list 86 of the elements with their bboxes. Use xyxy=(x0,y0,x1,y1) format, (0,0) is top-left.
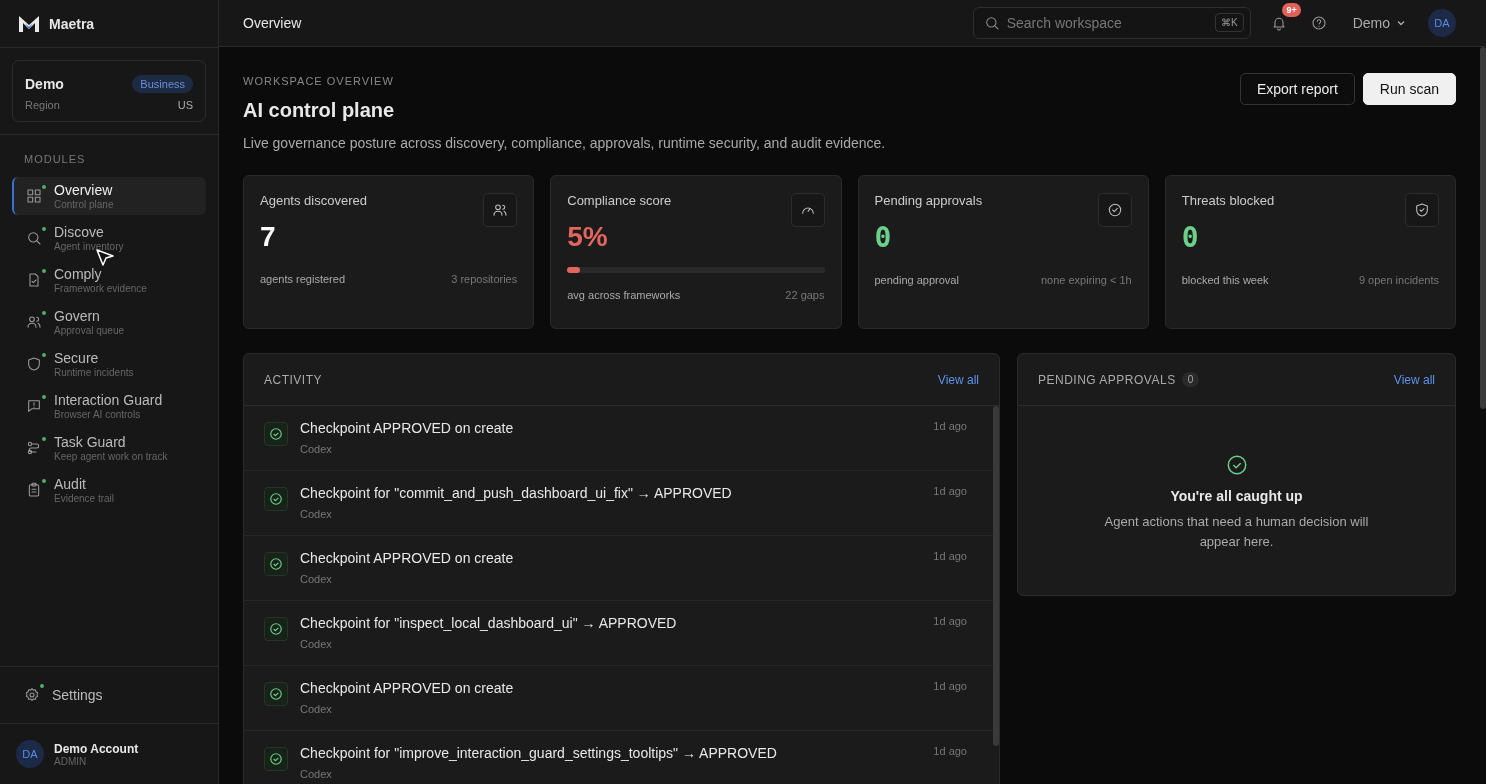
users-icon xyxy=(483,193,518,227)
activity-row[interactable]: Checkpoint for "improve_interaction_guard_settings_tooltips" → APPROVED Codex 1d ago xyxy=(244,731,993,784)
logo-icon xyxy=(18,14,40,33)
activity-text: Checkpoint for "commit_and_push_dashboard_ui_fix" → APPROVED xyxy=(300,485,733,501)
nav-item[interactable]: Task Guard Keep agent work on track xyxy=(12,429,206,467)
activity-row[interactable]: Checkpoint APPROVED on create Codex 1d ago xyxy=(244,406,993,471)
activity-text: Checkpoint APPROVED on create xyxy=(300,420,515,436)
stat-caption: agents registered xyxy=(260,273,345,285)
shortcut-hint: ⌘K xyxy=(1214,13,1244,32)
workspace-menu[interactable]: Demo xyxy=(1346,15,1412,31)
stat-value: 7 xyxy=(260,221,277,253)
activity-text: Checkpoint APPROVED on create xyxy=(300,680,515,696)
settings-item[interactable]: Settings xyxy=(0,666,218,723)
stat-detail: 22 gaps xyxy=(785,289,825,301)
activity-text: Checkpoint APPROVED on create xyxy=(300,550,515,566)
notification-badge: 9+ xyxy=(1282,3,1301,17)
nav-item[interactable]: Interaction Guard Browser AI controls xyxy=(12,387,206,425)
count-badge: 0 xyxy=(1181,372,1200,387)
nav-item[interactable]: Comply Framework evidence xyxy=(12,261,206,299)
activity-row[interactable]: Checkpoint for "commit_and_push_dashboard_ui_fix" → APPROVED Codex 1d ago xyxy=(244,471,993,536)
description: Live governance posture across discovery, compliance, approvals, runtime security, and audit evidence. xyxy=(243,135,886,151)
nav-item[interactable]: Overview Control plane xyxy=(12,177,206,215)
panel-title: PENDING APPROVALS xyxy=(1038,372,1176,387)
nav-item[interactable]: Audit Evidence trail xyxy=(12,471,206,509)
check-circle-icon xyxy=(1225,454,1248,476)
stat-caption: blocked this week xyxy=(1181,274,1269,286)
stat-value: 0 xyxy=(874,221,893,254)
stat-value: 5% xyxy=(567,221,609,253)
activity-row[interactable]: Checkpoint for "inspect_local_dashboard_ui" → APPROVED Codex 1d ago xyxy=(244,601,993,666)
activity-row[interactable]: Checkpoint APPROVED on create Codex 1d ago xyxy=(244,536,993,601)
account-name: Demo Account xyxy=(54,741,139,756)
eyebrow-label: WORKSPACE OVERVIEW xyxy=(243,75,395,87)
activity-source: Codex xyxy=(300,573,333,585)
nav-item[interactable]: Secure Runtime incidents xyxy=(12,345,206,383)
activity-time: 1d ago xyxy=(933,745,967,759)
search-icon xyxy=(983,15,1000,31)
stat-title: Threats blocked xyxy=(1181,193,1275,208)
activity-time: 1d ago xyxy=(933,485,967,499)
view-all-link[interactable]: View all xyxy=(937,372,979,387)
shield-check-icon xyxy=(1405,193,1439,227)
scrollbar[interactable] xyxy=(1480,47,1486,409)
page-title: Overview xyxy=(243,15,303,31)
nav-item[interactable]: Govern Approval queue xyxy=(12,303,206,341)
stat-detail: none expiring < 1h xyxy=(1040,274,1132,286)
stat-title: Agents discovered xyxy=(260,193,367,208)
activity-time: 1d ago xyxy=(933,550,967,564)
stat-title: Pending approvals xyxy=(874,193,983,208)
empty-title: You're all caught up xyxy=(1170,488,1303,504)
region-label: Region xyxy=(25,99,61,111)
activity-source: Codex xyxy=(300,703,333,715)
stat-value: 0 xyxy=(1181,221,1200,254)
export-button[interactable]: Export report xyxy=(1239,73,1355,105)
stat-caption: avg across frameworks xyxy=(567,289,681,301)
brand-name: Maetra xyxy=(49,15,95,32)
gauge-icon xyxy=(790,193,825,227)
help-icon xyxy=(1310,15,1327,31)
activity-source: Codex xyxy=(300,638,333,650)
activity-text: Checkpoint for "improve_interaction_guard_settings_tooltips" → APPROVED xyxy=(300,745,778,761)
run-button[interactable]: Run scan xyxy=(1362,73,1456,105)
activity-text: Checkpoint for "inspect_local_dashboard_ui" → APPROVED xyxy=(300,615,678,631)
section-heading: AI control plane xyxy=(243,99,396,122)
activity-time: 1d ago xyxy=(933,615,967,629)
plan-badge: Business xyxy=(132,75,193,93)
section-label: MODULES xyxy=(23,153,87,167)
workspace-name: Demo xyxy=(25,76,65,92)
view-all-link[interactable]: View all xyxy=(1393,372,1435,387)
stat-detail: 3 repositories xyxy=(451,273,518,285)
stat-title: Compliance score xyxy=(567,193,672,208)
activity-row[interactable]: Checkpoint APPROVED on create Codex 1d ago xyxy=(244,666,993,731)
stat-detail: 9 open incidents xyxy=(1358,274,1439,286)
activity-time: 1d ago xyxy=(933,420,967,434)
scrollbar[interactable] xyxy=(993,406,999,746)
nav-item[interactable]: Discove Agent inventory xyxy=(12,219,206,257)
account-role: ADMIN xyxy=(54,755,88,767)
user-avatar[interactable]: DA xyxy=(16,740,44,768)
stat-caption: pending approval xyxy=(874,274,959,286)
empty-text: Agent actions that need a human decision will appear here. xyxy=(1103,513,1370,551)
activity-source: Codex xyxy=(300,443,333,455)
workspace-card[interactable]: Demo Business Region US xyxy=(12,60,206,122)
chevron-down-icon xyxy=(1396,18,1406,28)
activity-source: Codex xyxy=(300,768,333,780)
activity-source: Codex xyxy=(300,508,333,520)
activity-time: 1d ago xyxy=(933,680,967,694)
panel-title: ACTIVITY xyxy=(264,372,322,387)
user-avatar[interactable]: DA xyxy=(1428,9,1456,37)
region-value: US xyxy=(177,99,193,111)
